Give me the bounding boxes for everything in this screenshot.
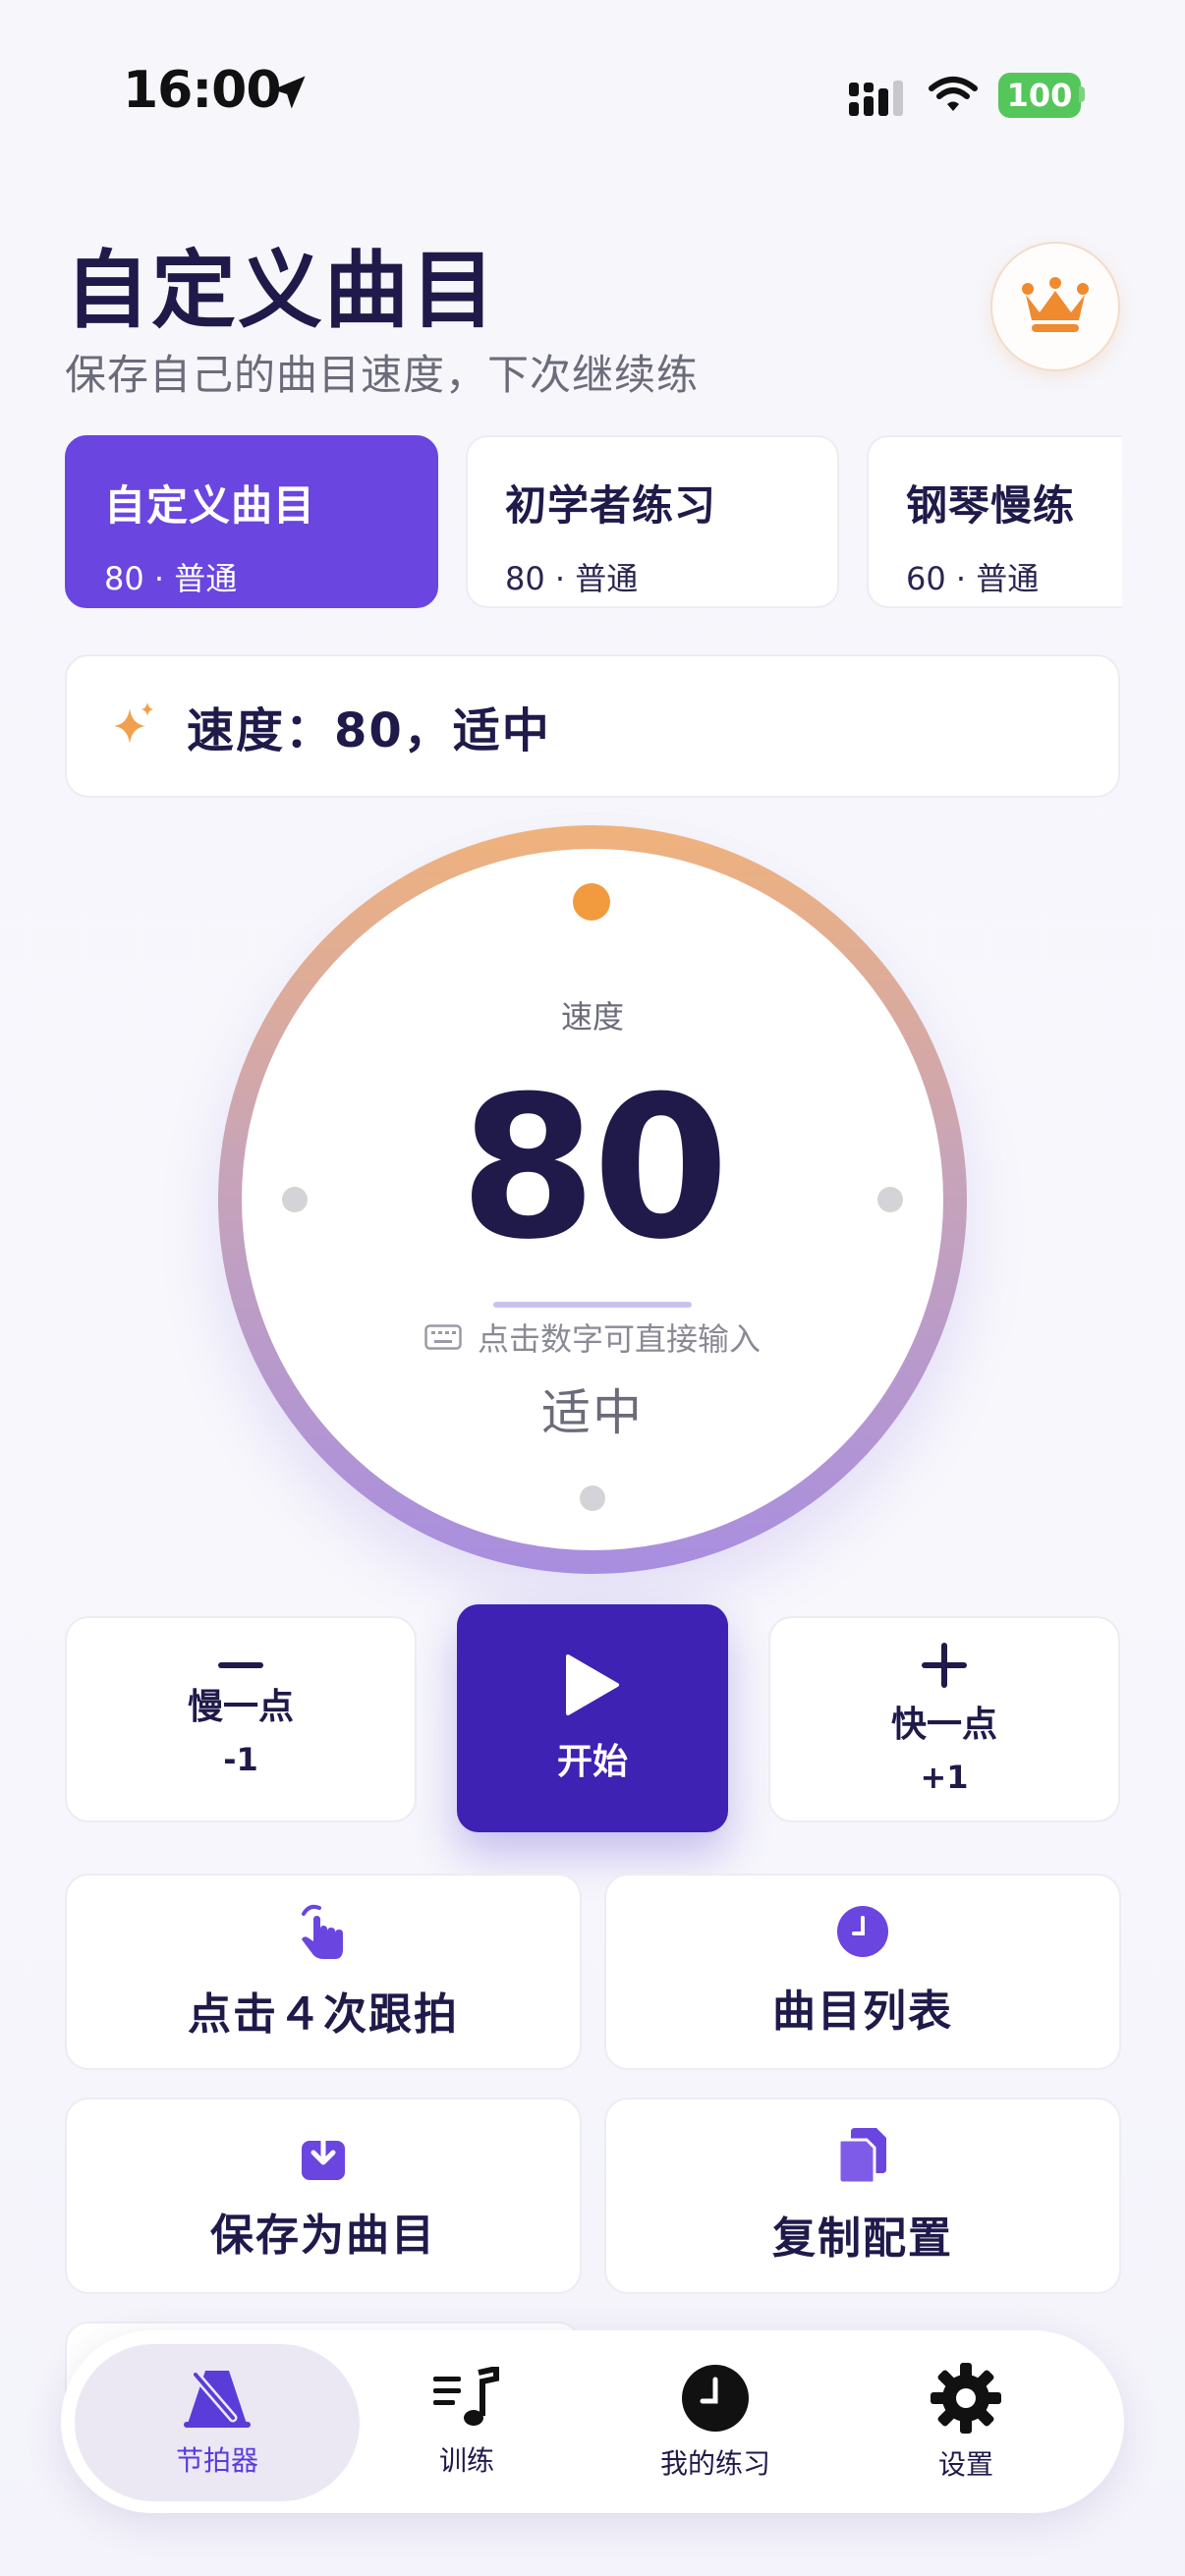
tab-label: 我的练习 [659,2447,770,2480]
preset-meta: 80 · 普通 [104,560,238,597]
slower-button[interactable]: 慢一点 -1 [65,1616,417,1822]
gear-icon [931,2363,1001,2434]
preset-card-piano-slow[interactable]: 钢琴慢练 60 · 普通 [867,435,1122,608]
tempo-value-underline [493,1302,692,1308]
clock-icon [837,1906,888,1957]
song-list-button[interactable]: 曲目列表 [604,1874,1121,2070]
minus-icon [218,1662,263,1668]
preset-card-beginner[interactable]: 初学者练习 80 · 普通 [466,435,839,608]
slower-step: -1 [223,1741,258,1778]
tap-tempo-label: 点击４次跟拍 [188,1989,459,2040]
clock-icon [682,2365,749,2432]
premium-button[interactable] [990,242,1120,371]
speed-banner-text: 速度：80，适中 [187,703,551,758]
save-song-label: 保存为曲目 [210,2211,436,2261]
preset-meta: 60 · 普通 [906,560,1040,597]
play-icon [566,1654,619,1715]
slower-label: 慢一点 [187,1687,294,1727]
dial-position-indicator [573,883,610,921]
tap-hand-icon [302,1904,343,1959]
tap-tempo-button[interactable]: 点击４次跟拍 [65,1874,582,2070]
copy-icon [837,2128,886,2185]
download-tray-icon [302,2129,345,2180]
plus-icon [922,1643,967,1688]
preset-meta: 80 · 普通 [505,560,639,597]
tab-label: 训练 [438,2444,494,2477]
faster-button[interactable]: 快一点 +1 [768,1616,1120,1822]
tab-settings[interactable]: 设置 [843,2344,1089,2501]
input-hint-text: 点击数字可直接输入 [477,1320,761,1358]
page-subtitle: 保存自己的曲目速度，下次继续练 [65,351,700,399]
start-label: 开始 [556,1742,628,1782]
input-hint: 点击数字可直接输入 [0,1315,1185,1360]
save-song-button[interactable]: 保存为曲目 [65,2098,582,2294]
preset-name: 自定义曲目 [104,481,316,530]
dial-marker-bottom [580,1485,605,1511]
start-button[interactable]: 开始 [457,1604,728,1832]
faster-label: 快一点 [890,1705,997,1745]
page-title: 自定义曲目 [65,242,497,340]
faster-step: +1 [920,1759,969,1796]
speed-banner: 速度：80，适中 [65,654,1120,798]
tempo-value[interactable]: 80 [0,1071,1185,1267]
preset-name: 钢琴慢练 [906,481,1076,530]
wifi-icon [929,77,978,111]
copy-config-label: 复制配置 [772,2213,953,2264]
tempo-marking: 适中 [541,1384,644,1441]
sparkle-icon [114,702,153,744]
tab-training[interactable]: 训练 [344,2344,590,2501]
song-list-label: 曲目列表 [772,1987,953,2037]
music-list-icon [433,2367,499,2426]
status-time: 16:00 [123,61,282,120]
cellular-signal-icon [849,81,903,116]
battery-cap [1079,86,1085,102]
preset-name: 初学者练习 [505,481,717,530]
copy-config-button[interactable]: 复制配置 [604,2098,1121,2294]
tab-my-practice[interactable]: 我的练习 [592,2344,838,2501]
tab-label: 节拍器 [175,2444,258,2477]
tab-label: 设置 [937,2448,993,2481]
keyboard-icon [424,1324,462,1350]
battery-indicator: 100 [998,73,1081,118]
preset-card-custom[interactable]: 自定义曲目 80 · 普通 [65,435,438,608]
metronome-icon [184,2370,251,2428]
dial-label: 速度 [560,998,624,1036]
crown-icon [1022,277,1089,332]
location-arrow-icon [272,76,306,109]
tab-metronome[interactable]: 节拍器 [94,2344,340,2501]
